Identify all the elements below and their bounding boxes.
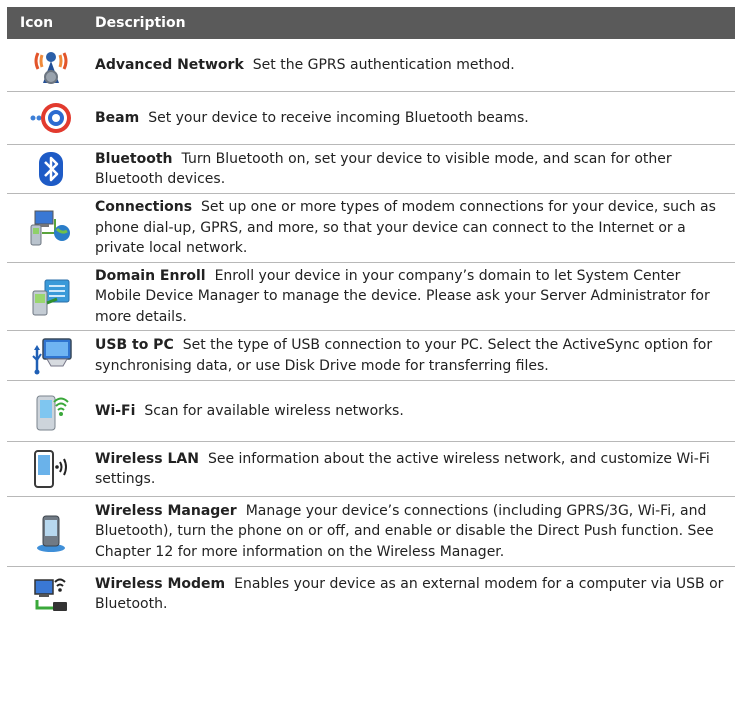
setting-description: Scan for available wireless networks. [144,402,404,419]
wireless-manager-icon [7,497,95,566]
table-row: Beam Set your device to receive incoming … [7,92,735,145]
table-row: Connections Set up one or more types of m… [7,194,735,263]
setting-name: Advanced Network [95,56,244,73]
settings-table: Icon Description Advanced Network Set the… [7,7,735,621]
table-row: USB to PC Set the type of USB connection … [7,331,735,381]
setting-description: Turn Bluetooth on, set your device to vi… [95,150,672,188]
list-item: Wireless Modem Enables your device as an … [95,574,729,615]
domain-enroll-icon [7,263,95,330]
setting-name: Wireless Manager [95,502,237,519]
table-row: Wireless Modem Enables your device as an … [7,567,735,621]
bluetooth-icon [7,145,95,193]
advanced-network-icon [7,39,95,91]
wireless-lan-icon [7,442,95,496]
header-icon-label: Icon [20,15,54,31]
table-row: Wi-Fi Scan for available wireless network… [7,381,735,442]
setting-name: Domain Enroll [95,267,206,284]
header-description-label: Description [95,15,186,31]
table-row: Bluetooth Turn Bluetooth on, set your dev… [7,145,735,194]
setting-name: Bluetooth [95,150,173,167]
list-item: Wi-Fi Scan for available wireless network… [95,401,404,422]
setting-name: Beam [95,109,140,126]
list-item: Domain Enroll Enroll your device in your … [95,266,729,328]
table-header: Icon Description [7,7,735,39]
list-item: Bluetooth Turn Bluetooth on, set your dev… [95,149,729,190]
table-row: Domain Enroll Enroll your device in your … [7,263,735,331]
setting-name: USB to PC [95,337,174,353]
setting-name: Connections [95,199,193,216]
setting-description: Set the type of USB connection to your P… [95,337,713,374]
setting-name: Wireless LAN [95,450,199,467]
setting-name: Wi-Fi [95,402,136,419]
list-item: Connections Set up one or more types of m… [95,197,729,259]
table-row: Wireless Manager Manage your device’s con… [7,497,735,567]
list-item: Advanced Network Set the GPRS authenticat… [95,55,515,76]
table-row: Wireless LAN See information about the ac… [7,442,735,497]
list-item: Beam Set your device to receive incoming … [95,108,529,129]
table-row: Advanced Network Set the GPRS authenticat… [7,39,735,92]
usb-to-pc-icon [7,331,95,380]
wifi-icon [7,381,95,441]
setting-name: Wireless Modem [95,575,226,592]
list-item: Wireless Manager Manage your device’s con… [95,501,729,563]
setting-description: Set your device to receive incoming Blue… [148,109,529,126]
wireless-modem-icon [7,567,95,621]
setting-description: Set the GPRS authentication method. [252,56,515,73]
list-item: Wireless LAN See information about the ac… [95,449,729,490]
connections-icon [7,194,95,262]
list-item: USB to PC Set the type of USB connection … [95,335,729,376]
beam-icon [7,92,95,144]
